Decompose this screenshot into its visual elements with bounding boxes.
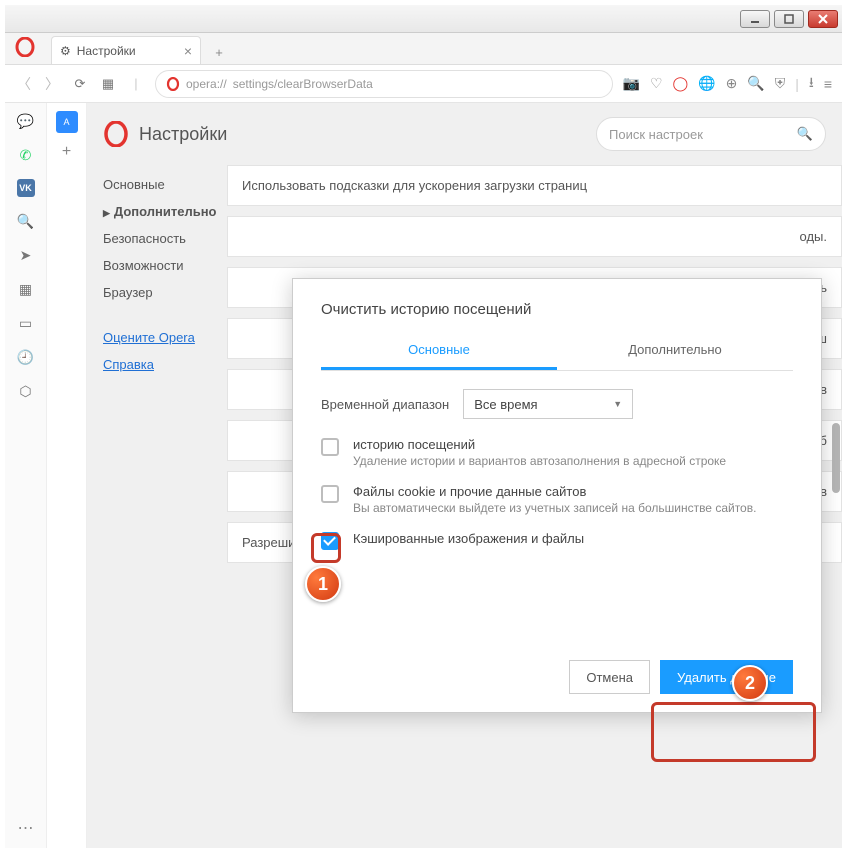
browser-tabstrip: ⚙ Настройки × + — [5, 33, 842, 65]
option-sub: Вы автоматически выйдете из учетных запи… — [353, 501, 756, 515]
url-protocol: opera:// — [186, 77, 227, 91]
annotation-badge-2: 2 — [732, 665, 768, 701]
checkbox[interactable] — [321, 438, 339, 456]
url-field[interactable]: opera:// settings/clearBrowserData — [155, 70, 613, 98]
url-path: settings/clearBrowserData — [233, 77, 373, 91]
settings-page: Настройки Поиск настроек 🔍 Основные ▶Доп… — [87, 103, 842, 848]
checkbox[interactable] — [321, 532, 339, 550]
pinned-translate-icon[interactable]: A — [56, 111, 78, 133]
time-range-row: Временной диапазон Все время ▼ — [321, 389, 793, 419]
opera-badge-icon[interactable]: ◯ — [673, 75, 689, 92]
chevron-down-icon: ▼ — [613, 399, 622, 409]
pinned-column: A + — [47, 103, 87, 848]
annotation-badge-1: 1 — [305, 566, 341, 602]
translate-icon[interactable]: 🌐 — [698, 75, 715, 92]
content-area: 💬 ✆ VK 🔍 ➤ ▦ ▭ 🕘 ⬡ ⋯ A + Настройки Поиск… — [5, 103, 842, 848]
news-icon[interactable]: ▭ — [16, 313, 36, 333]
tab-advanced[interactable]: Дополнительно — [557, 334, 793, 370]
more-icon[interactable]: ⋯ — [18, 818, 34, 838]
vk-icon[interactable]: VK — [17, 179, 35, 197]
cube-icon[interactable]: ⬡ — [16, 381, 36, 401]
dialog-footer: Отмена Удалить данные — [321, 660, 793, 694]
sidebar-rail: 💬 ✆ VK 🔍 ➤ ▦ ▭ 🕘 ⬡ ⋯ — [5, 103, 47, 848]
search-small-icon[interactable]: 🔍 — [747, 75, 764, 92]
opera-logo-icon — [15, 37, 35, 57]
time-range-label: Временной диапазон — [321, 397, 449, 412]
reload-button[interactable]: ⟳ — [71, 76, 89, 92]
camera-icon[interactable]: 📷 — [623, 75, 640, 92]
clear-data-button[interactable]: Удалить данные — [660, 660, 793, 694]
clear-data-dialog: Очистить историю посещений Основные Допо… — [292, 278, 822, 713]
gear-icon: ⚙ — [60, 44, 71, 58]
download-icon[interactable]: ⭳ — [809, 72, 814, 96]
divider: | — [127, 76, 145, 91]
globe-icon[interactable]: ⊕ — [726, 75, 738, 92]
apps-icon[interactable]: ▦ — [16, 279, 36, 299]
dialog-overlay: Очистить историю посещений Основные Допо… — [87, 103, 842, 848]
address-toolbar: 〈 〉 ⟳ ▦ | opera:// settings/clearBrowserD… — [5, 65, 842, 103]
option-sub: Удаление истории и вариантов автозаполне… — [353, 454, 726, 468]
back-button[interactable]: 〈 — [15, 74, 33, 94]
tab-basic[interactable]: Основные — [321, 334, 557, 370]
messenger-icon[interactable]: 💬 — [16, 111, 36, 131]
search-rail-icon[interactable]: 🔍 — [16, 211, 36, 231]
history-icon[interactable]: 🕘 — [16, 347, 36, 367]
menu-icon[interactable]: ≡ — [824, 76, 832, 92]
tab-close-icon[interactable]: × — [184, 43, 192, 59]
forward-button[interactable]: 〉 — [43, 74, 61, 94]
whatsapp-icon[interactable]: ✆ — [16, 145, 36, 165]
option-cookies[interactable]: Файлы cookie и прочие данные сайтов Вы а… — [321, 484, 793, 515]
option-cached-images[interactable]: Кэшированные изображения и файлы — [321, 531, 793, 550]
heart-icon[interactable]: ♡ — [650, 75, 663, 92]
os-titlebar — [5, 5, 842, 33]
site-opera-icon — [166, 77, 180, 91]
cancel-button[interactable]: Отмена — [569, 660, 650, 694]
option-label: Файлы cookie и прочие данные сайтов — [353, 484, 756, 499]
divider: | — [795, 76, 799, 92]
option-browsing-history[interactable]: историю посещений Удаление истории и вар… — [321, 437, 793, 468]
dialog-title: Очистить историю посещений — [321, 301, 793, 318]
browser-tab-active[interactable]: ⚙ Настройки × — [51, 36, 201, 64]
close-button[interactable] — [808, 10, 838, 28]
app-window: ⚙ Настройки × + 〈 〉 ⟳ ▦ | opera:// settin… — [0, 0, 847, 853]
add-pin-button[interactable]: + — [62, 143, 71, 161]
option-label: Кэшированные изображения и файлы — [353, 531, 584, 546]
time-range-value: Все время — [474, 397, 537, 412]
time-range-select[interactable]: Все время ▼ — [463, 389, 633, 419]
send-icon[interactable]: ➤ — [16, 245, 36, 265]
checkbox[interactable] — [321, 485, 339, 503]
speed-dial-icon[interactable]: ▦ — [99, 76, 117, 92]
shield-icon[interactable]: ⛨ — [775, 75, 786, 92]
minimize-button[interactable] — [740, 10, 770, 28]
toolbar-right-icons: 📷 ♡ ◯ 🌐 ⊕ 🔍 ⛨ | ⭳ ≡ — [623, 72, 833, 96]
tab-title: Настройки — [77, 44, 136, 58]
new-tab-button[interactable]: + — [207, 40, 231, 64]
option-label: историю посещений — [353, 437, 726, 452]
maximize-button[interactable] — [774, 10, 804, 28]
dialog-tabs: Основные Дополнительно — [321, 334, 793, 371]
